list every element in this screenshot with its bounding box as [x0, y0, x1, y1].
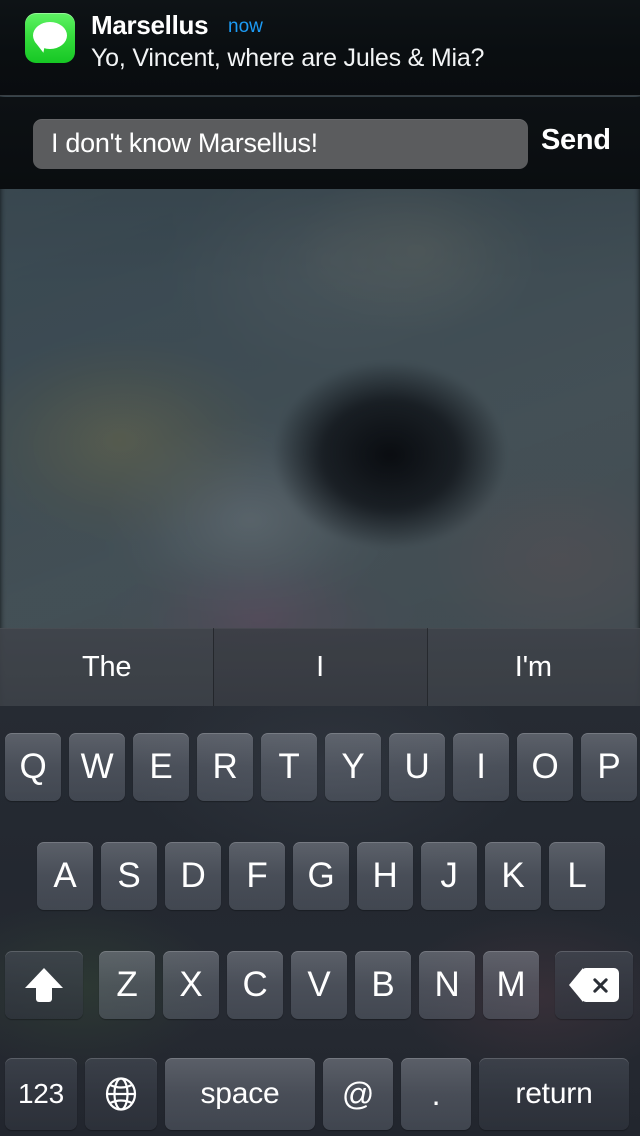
key-e[interactable]: E: [133, 733, 189, 801]
key-i[interactable]: I: [453, 733, 509, 801]
suggestion-item-3[interactable]: I'm: [426, 628, 640, 706]
key-m[interactable]: M: [483, 951, 539, 1019]
key-r[interactable]: R: [197, 733, 253, 801]
keyboard-row-1: Q W E R T Y U I O P: [0, 733, 640, 801]
keyboard-row-2: A S D F G H J K L: [0, 842, 640, 910]
key-l[interactable]: L: [549, 842, 605, 910]
autocorrect-suggestion-bar: The I I'm: [0, 628, 640, 706]
key-k[interactable]: K: [485, 842, 541, 910]
backspace-icon: [569, 968, 619, 1002]
globe-icon: [105, 1077, 137, 1111]
key-u[interactable]: U: [389, 733, 445, 801]
key-j[interactable]: J: [421, 842, 477, 910]
notification-timestamp: now: [228, 16, 263, 37]
period-key[interactable]: .: [401, 1058, 471, 1130]
notification-banner[interactable]: Marsellus now Yo, Vincent, where are Jul…: [0, 0, 640, 96]
quick-reply-bar: I don't know Marsellus! Send: [0, 97, 640, 189]
shift-arrow-icon: [25, 968, 63, 1002]
key-c[interactable]: C: [227, 951, 283, 1019]
numbers-key[interactable]: 123: [5, 1058, 77, 1130]
at-key[interactable]: @: [323, 1058, 393, 1130]
key-v[interactable]: V: [291, 951, 347, 1019]
key-s[interactable]: S: [101, 842, 157, 910]
key-d[interactable]: D: [165, 842, 221, 910]
key-h[interactable]: H: [357, 842, 413, 910]
send-button[interactable]: Send: [541, 124, 611, 157]
key-b[interactable]: B: [355, 951, 411, 1019]
key-n[interactable]: N: [419, 951, 475, 1019]
notification-title: Marsellus: [91, 10, 209, 40]
iphone-lockscreen: Marsellus now Yo, Vincent, where are Jul…: [0, 0, 640, 1136]
key-p[interactable]: P: [581, 733, 637, 801]
keyboard-row-4: 123 space @ . return: [0, 1058, 640, 1130]
notification-message: Yo, Vincent, where are Jules & Mia?: [91, 44, 485, 72]
key-a[interactable]: A: [37, 842, 93, 910]
key-z[interactable]: Z: [99, 951, 155, 1019]
keyboard-row-3: Z X C V B N M: [0, 951, 640, 1019]
onscreen-keyboard: Q W E R T Y U I O P A S D F G H J K L Z …: [0, 706, 640, 1136]
key-f[interactable]: F: [229, 842, 285, 910]
space-key[interactable]: space: [165, 1058, 315, 1130]
key-y[interactable]: Y: [325, 733, 381, 801]
return-key[interactable]: return: [479, 1058, 629, 1130]
backspace-key[interactable]: [555, 951, 633, 1019]
key-q[interactable]: Q: [5, 733, 61, 801]
key-t[interactable]: T: [261, 733, 317, 801]
key-g[interactable]: G: [293, 842, 349, 910]
suggestion-item-2[interactable]: I: [213, 628, 427, 706]
key-o[interactable]: O: [517, 733, 573, 801]
reply-input[interactable]: I don't know Marsellus!: [33, 119, 528, 169]
key-x[interactable]: X: [163, 951, 219, 1019]
bubble-body: [33, 22, 67, 49]
globe-key[interactable]: [85, 1058, 157, 1130]
shift-key[interactable]: [5, 951, 83, 1019]
reply-input-value: I don't know Marsellus!: [51, 128, 318, 158]
key-w[interactable]: W: [69, 733, 125, 801]
suggestion-item-1[interactable]: The: [0, 628, 214, 706]
messages-icon: [25, 13, 75, 63]
